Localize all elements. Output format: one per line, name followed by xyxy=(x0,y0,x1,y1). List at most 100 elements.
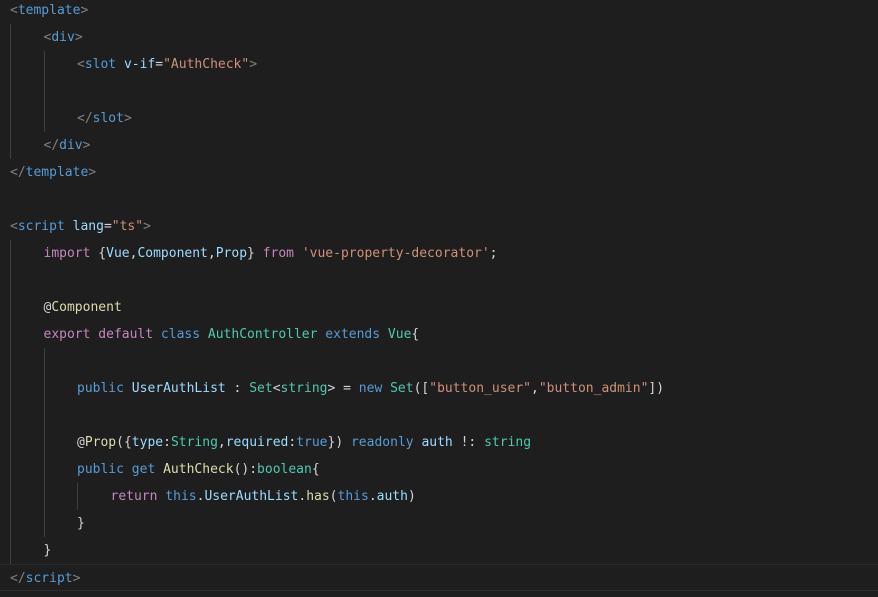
code-token: < xyxy=(10,3,18,18)
code-token: , xyxy=(207,246,216,261)
code-line[interactable]: </template> xyxy=(0,159,878,186)
code-token: slot xyxy=(92,111,124,126)
code-line[interactable]: </script> xyxy=(0,564,878,591)
code-line[interactable]: import {Vue,Component,Prop} from 'vue-pr… xyxy=(0,240,878,267)
code-line[interactable]: } xyxy=(0,510,878,537)
code-token: this xyxy=(337,489,369,504)
code-line[interactable]: @Component xyxy=(0,294,878,321)
code-token: { xyxy=(90,246,107,261)
code-token: UserAuthList xyxy=(204,489,299,504)
code-token: } xyxy=(247,246,263,261)
code-token: new xyxy=(358,381,383,396)
code-token: default xyxy=(98,327,154,342)
code-token: boolean xyxy=(257,462,312,477)
code-token: AuthController xyxy=(207,327,318,342)
indent-guide xyxy=(77,483,78,510)
code-line-text: </slot> xyxy=(77,105,132,132)
code-line[interactable]: <script lang="ts"> xyxy=(0,213,878,240)
code-line[interactable]: </slot> xyxy=(0,105,878,132)
code-line-text: import {Vue,Component,Prop} from 'vue-pr… xyxy=(44,240,498,267)
code-token: } xyxy=(77,516,85,531)
code-line[interactable]: <div> xyxy=(0,24,878,51)
code-line[interactable]: } xyxy=(0,537,878,564)
code-token: type xyxy=(131,435,164,450)
code-token: </ xyxy=(43,138,60,153)
code-token: : xyxy=(163,435,171,450)
indent-guide xyxy=(43,348,45,537)
code-line[interactable]: public get AuthCheck():boolean{ xyxy=(0,456,878,483)
code-token: required xyxy=(225,435,289,450)
code-token: export xyxy=(43,327,91,342)
code-token: { xyxy=(411,327,420,342)
code-token: v-if xyxy=(123,57,156,72)
code-line[interactable] xyxy=(0,267,878,294)
code-token: : xyxy=(225,381,250,396)
code-token: auth xyxy=(376,489,408,504)
code-line-text: </template> xyxy=(10,159,96,186)
code-line-text: </div> xyxy=(44,132,91,159)
code-line[interactable] xyxy=(0,348,878,375)
indent-guide xyxy=(10,24,11,159)
code-token: ( xyxy=(329,489,338,504)
code-token: @ xyxy=(77,435,85,450)
code-token: Vue xyxy=(106,246,130,261)
code-token: auth xyxy=(421,435,453,450)
code-line-text: @Prop({type:String,required:true}) reado… xyxy=(77,429,531,456)
code-token: template xyxy=(17,3,81,18)
code-token: > xyxy=(80,3,89,18)
code-token: Set xyxy=(249,381,273,396)
code-token: } xyxy=(43,543,52,558)
code-token: readonly xyxy=(350,435,414,450)
code-token: = xyxy=(155,57,164,72)
code-token: has xyxy=(306,489,330,504)
code-line-text: <script lang="ts"> xyxy=(10,213,151,240)
code-editor[interactable]: <template> <div> <slot v-if="AuthCheck"> </… xyxy=(0,0,878,597)
code-line[interactable] xyxy=(0,186,878,213)
code-line-text: public UserAuthList : Set<string> = new … xyxy=(77,375,664,402)
code-line-text: } xyxy=(44,537,52,564)
code-line[interactable]: public UserAuthList : Set<string> = new … xyxy=(0,375,878,402)
code-line[interactable]: <slot v-if="AuthCheck"> xyxy=(0,51,878,78)
code-line[interactable]: export default class AuthController exte… xyxy=(0,321,878,348)
code-token: , xyxy=(217,435,226,450)
code-token: return xyxy=(110,489,158,504)
code-token: . xyxy=(298,489,307,504)
code-token: script xyxy=(25,571,73,586)
code-token: "AuthCheck" xyxy=(163,57,250,72)
code-line[interactable] xyxy=(0,78,878,105)
code-token: Vue xyxy=(387,327,412,342)
code-token: UserAuthList xyxy=(131,381,226,396)
code-token: < xyxy=(10,219,18,234)
code-line[interactable]: @Prop({type:String,required:true}) reado… xyxy=(0,429,878,456)
code-token: Prop xyxy=(84,435,117,450)
code-line[interactable] xyxy=(0,402,878,429)
code-token: 'vue-property-decorator' xyxy=(301,246,490,261)
indent-guide xyxy=(43,51,45,132)
code-token: slot xyxy=(84,57,117,72)
code-token: ) xyxy=(407,489,416,504)
code-line[interactable]: return this.UserAuthList.has(this.auth) xyxy=(0,483,878,510)
code-line-text: public get AuthCheck():boolean{ xyxy=(77,456,320,483)
code-token: < xyxy=(77,57,85,72)
code-token: = xyxy=(103,219,112,234)
indent-guide xyxy=(10,240,11,564)
code-token: > xyxy=(82,138,91,153)
code-token: </ xyxy=(77,111,93,126)
code-token: < xyxy=(272,381,281,396)
code-line-text: <div> xyxy=(44,24,83,51)
code-token: </ xyxy=(10,571,26,586)
code-line[interactable]: <template> xyxy=(0,0,878,24)
code-token: (): xyxy=(233,462,258,477)
code-token: > xyxy=(74,30,83,45)
code-line[interactable]: </div> xyxy=(0,132,878,159)
code-token: "button_admin" xyxy=(538,381,649,396)
code-token: from xyxy=(262,246,294,261)
